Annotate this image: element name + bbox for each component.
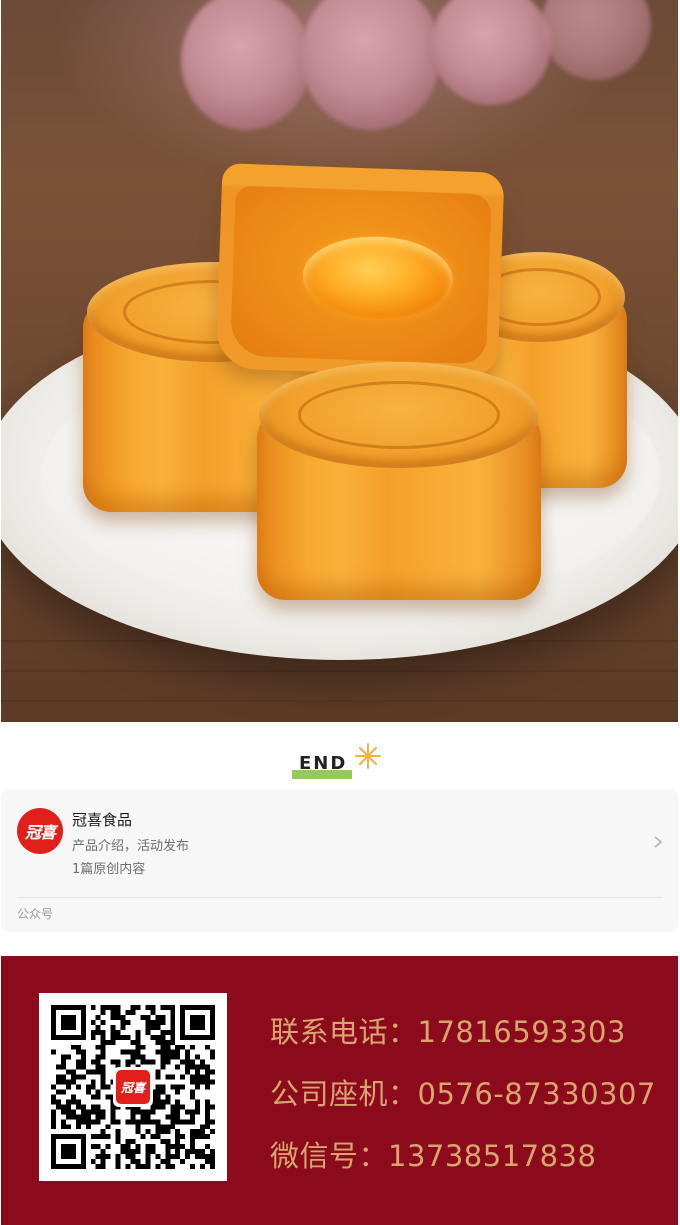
rose-decoration bbox=[301, 0, 441, 130]
contact-landline: 公司座机：0576-87330307 bbox=[270, 1077, 656, 1111]
rose-decoration bbox=[181, 0, 311, 130]
account-description: 产品介绍，活动发布 bbox=[72, 839, 190, 854]
end-divider: END bbox=[292, 743, 382, 780]
avatar: 冠喜 bbox=[17, 808, 63, 854]
account-card[interactable]: 冠喜 冠喜食品 产品介绍，活动发布 1篇原创内容 公众号 bbox=[1, 789, 678, 932]
rose-decoration bbox=[431, 0, 551, 105]
contact-phone: 联系电话：17816593303 bbox=[270, 1015, 626, 1049]
qr-logo: 冠喜 bbox=[113, 1067, 153, 1107]
original-count: 1篇原创内容 bbox=[72, 862, 146, 877]
egg-yolk bbox=[301, 234, 455, 322]
qr-logo-text: 冠喜 bbox=[116, 1070, 150, 1104]
sparkle-icon bbox=[355, 743, 381, 769]
contact-wechat: 微信号：13738517838 bbox=[270, 1139, 597, 1173]
mooncake-cut-face bbox=[229, 185, 492, 365]
chevron-right-icon[interactable] bbox=[652, 835, 664, 849]
account-type-label: 公众号 bbox=[17, 907, 54, 921]
end-label: END bbox=[299, 753, 348, 774]
card-divider bbox=[17, 897, 662, 898]
account-name: 冠喜食品 bbox=[72, 811, 133, 829]
hero-image bbox=[1, 0, 678, 722]
qr-code: 冠喜 bbox=[39, 993, 227, 1181]
mooncake-front-top bbox=[259, 362, 539, 468]
mooncake-cut bbox=[215, 163, 505, 378]
rose-decoration bbox=[541, 0, 651, 80]
